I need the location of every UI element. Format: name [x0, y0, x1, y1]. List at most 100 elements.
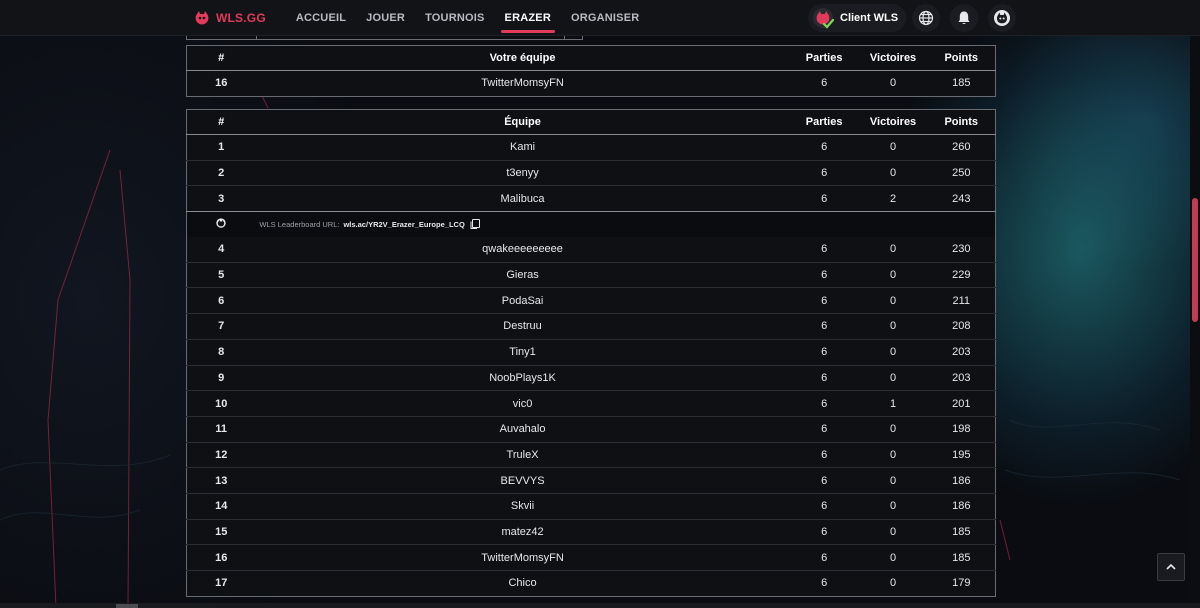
- leaderboard-url-section: WLS Leaderboard URL: wls.ac/YR2V_Erazer_…: [186, 211, 996, 237]
- col-rank-header: #: [186, 45, 256, 71]
- wins-cell: 0: [858, 467, 928, 494]
- col-played-header: Parties: [789, 109, 859, 135]
- leaderboard-row[interactable]: 6 PodaSai 6 0 211: [186, 287, 996, 315]
- wins-cell: 0: [858, 339, 928, 366]
- leaderboard-url-row: WLS Leaderboard URL: wls.ac/YR2V_Erazer_…: [186, 211, 996, 237]
- played-cell: 6: [821, 577, 828, 590]
- col-team-header: Équipe: [255, 109, 790, 135]
- horizontal-scrollbar[interactable]: [0, 603, 1200, 608]
- leaderboard-row[interactable]: 16 TwitterMomsyFN 6 0 185: [186, 544, 996, 571]
- rank-cell: 16: [186, 544, 256, 571]
- client-wls-button[interactable]: Client WLS: [808, 4, 907, 32]
- col-wins-header: Victoires: [858, 109, 928, 135]
- page-scrollbar[interactable]: [1190, 36, 1200, 608]
- team-cell: Malibuca: [500, 192, 545, 205]
- rank-cell: 5: [186, 262, 256, 289]
- team-cell: Destruu: [255, 313, 790, 340]
- leaderboard-row[interactable]: 7 Destruu 6 0 208: [186, 313, 996, 340]
- brand-name: WLS.GG: [216, 10, 266, 25]
- notifications-button[interactable]: [950, 4, 979, 32]
- wins-cell: 0: [858, 134, 928, 161]
- wins-cell: 0: [889, 577, 897, 590]
- wins-cell: 0: [858, 160, 928, 187]
- played-cell: 6: [789, 134, 859, 161]
- points-cell: 201: [927, 390, 996, 417]
- leaderboard-row[interactable]: 9 NoobPlays1K 6 0 203: [186, 365, 996, 392]
- played-cell: 6: [789, 236, 859, 263]
- col-points-header: Points: [927, 45, 996, 71]
- scrollbar-thumb[interactable]: [1192, 198, 1198, 322]
- leaderboard-url-label: WLS Leaderboard URL:: [259, 219, 340, 229]
- leaderboard-row[interactable]: 2 t3enyy 6 0 250: [186, 160, 996, 187]
- team-cell: Gieras: [255, 262, 790, 289]
- wins-cell: 0: [858, 519, 928, 546]
- team-cell: TwitterMomsyFN: [481, 77, 564, 90]
- rank-cell: 12: [186, 442, 256, 469]
- team-cell: Skvii: [255, 493, 790, 520]
- table-header-row: # Équipe Parties Victoires Points: [186, 109, 996, 135]
- played-cell: 6: [789, 313, 859, 340]
- played-cell: 6: [789, 519, 859, 546]
- brand-logo-link[interactable]: WLS.GG: [194, 10, 266, 26]
- leaderboard-row[interactable]: 15 matez42 6 0 185: [186, 519, 996, 546]
- leaderboard-row[interactable]: 10 vic0 6 1 201: [186, 390, 996, 417]
- leaderboard-row[interactable]: 5 Gieras 6 0 229: [186, 262, 996, 289]
- leaderboard-row[interactable]: 14 Skvii 6 0 186: [186, 493, 996, 520]
- team-cell: vic0: [255, 390, 790, 417]
- team-cell: Auvahalo: [255, 416, 790, 443]
- wins-cell: 0: [858, 287, 928, 315]
- points-cell: 203: [927, 365, 996, 392]
- played-cell: 6: [789, 365, 859, 392]
- top-navbar: WLS.GG ACCUEIL JOUER TOURNOIS ERAZER ORG…: [0, 0, 1200, 36]
- team-cell: Kami: [255, 134, 790, 161]
- points-cell: 195: [927, 442, 996, 469]
- client-status-icon: [813, 8, 834, 29]
- rank-cell: 6: [186, 287, 256, 315]
- points-cell: 185: [927, 544, 996, 571]
- played-cell: 6: [789, 416, 859, 443]
- profile-button[interactable]: [988, 4, 1017, 32]
- played-cell: 6: [789, 160, 859, 187]
- nav-link-accueil[interactable]: ACCUEIL: [286, 0, 356, 36]
- rank-cell: 8: [186, 339, 256, 366]
- rank-cell: 7: [186, 313, 256, 340]
- rank-cell: 16: [215, 77, 228, 90]
- rank-cell: 9: [186, 365, 256, 392]
- leaderboard-table: # Équipe Parties Victoires Points 1 Kami 6…: [186, 109, 996, 597]
- leaderboard-row[interactable]: 8 Tiny1 6 0 203: [186, 339, 996, 366]
- nav-link-erazer[interactable]: ERAZER: [495, 0, 561, 36]
- leaderboard-row[interactable]: 12 TruleX 6 0 195: [186, 442, 996, 469]
- points-cell: 186: [927, 467, 996, 494]
- wins-cell: 0: [858, 236, 928, 263]
- col-points-header: Points: [927, 109, 996, 135]
- played-cell: 6: [789, 287, 859, 315]
- team-cell: Chico: [508, 577, 537, 590]
- horizontal-scrollbar-thumb[interactable]: [116, 604, 138, 608]
- nav-link-organiser[interactable]: ORGANISER: [561, 0, 649, 36]
- col-played-header: Parties: [789, 45, 859, 71]
- points-cell: 250: [927, 160, 996, 187]
- leaderboard-url-link[interactable]: wls.ac/YR2V_Erazer_Europe_LCQ: [343, 220, 464, 229]
- wins-cell: 0: [858, 416, 928, 443]
- leaderboard-row[interactable]: 1 Kami 6 0 260: [186, 134, 996, 161]
- language-button[interactable]: [912, 4, 941, 32]
- your-team-row[interactable]: 16 TwitterMomsyFN 6 0 185: [187, 71, 996, 97]
- bell-icon: [958, 11, 970, 24]
- back-to-top-button[interactable]: [1157, 553, 1185, 581]
- wins-cell: 0: [889, 77, 897, 90]
- leaderboard-row[interactable]: 13 BEVVYS 6 0 186: [186, 467, 996, 494]
- team-cell: TwitterMomsyFN: [255, 544, 790, 571]
- team-cell: Tiny1: [255, 339, 790, 366]
- leaderboard-row[interactable]: 11 Auvahalo 6 0 198: [186, 416, 996, 443]
- rank-cell: 1: [186, 134, 256, 161]
- copy-icon[interactable]: [469, 218, 481, 230]
- leaderboard-row[interactable]: 4 qwakeeeeeeeee 6 0 230: [186, 236, 996, 263]
- leaderboard-row[interactable]: 17 Chico 6 0 179: [187, 571, 996, 597]
- nav-link-tournois[interactable]: TOURNOIS: [415, 0, 494, 36]
- nav-link-jouer[interactable]: JOUER: [356, 0, 415, 36]
- leaderboard-row[interactable]: 3 Malibuca 6 2 243: [187, 186, 996, 212]
- top-rows: 1 Kami 6 0 260 2 t3enyy 6 0 250 3 Malibuca 6 2 243: [186, 134, 996, 212]
- team-cell: TruleX: [255, 442, 790, 469]
- nav-actions: Client WLS: [808, 4, 1017, 32]
- points-cell: 186: [927, 493, 996, 520]
